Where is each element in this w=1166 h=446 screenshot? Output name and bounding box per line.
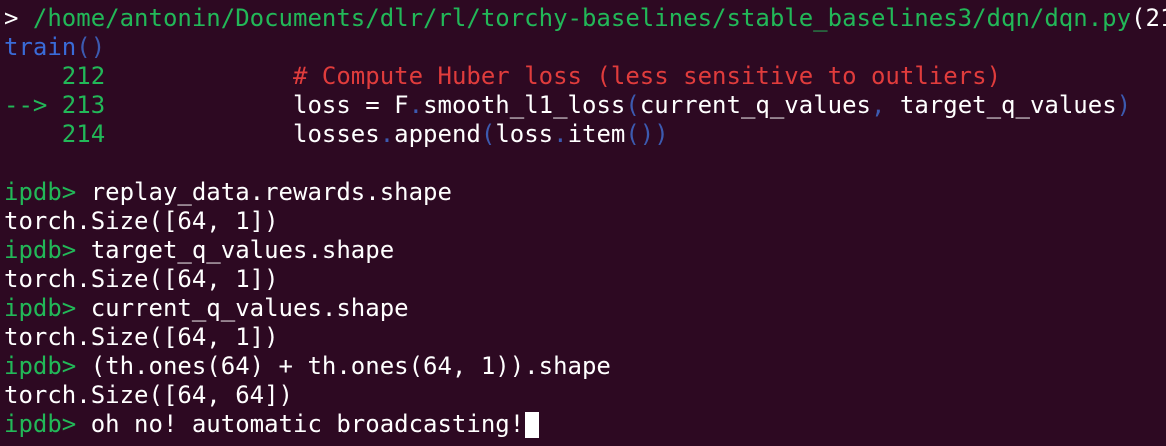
- code-token: ()): [625, 120, 669, 148]
- bottom-edge: [0, 440, 1166, 446]
- code-token: item: [567, 120, 626, 148]
- command-line: ipdb> target_q_values.shape: [0, 236, 1166, 265]
- ipdb-prompt: ipdb>: [4, 352, 91, 380]
- code-token: ): [1116, 91, 1132, 119]
- code-token: losses: [293, 120, 380, 148]
- command-line: ipdb> current_q_values.shape: [0, 294, 1166, 323]
- command-output: torch.Size([64, 1]): [4, 265, 279, 293]
- line-number: 214: [61, 120, 106, 148]
- code-token: loss: [293, 91, 366, 119]
- ipdb-prompt: ipdb>: [4, 178, 91, 206]
- code-token: ,: [871, 91, 900, 119]
- terminal-window[interactable]: > /home/antonin/Documents/dlr/rl/torchy-…: [0, 0, 1166, 446]
- function-name-line: train(): [0, 33, 1166, 62]
- code-token: .: [379, 120, 395, 148]
- command-output: torch.Size([64, 64]): [4, 381, 293, 409]
- code-token: (: [625, 91, 640, 119]
- current-line-marker: [4, 120, 62, 148]
- command-output: torch.Size([64, 1]): [4, 207, 279, 235]
- current-input-text[interactable]: oh no! automatic broadcasting!: [91, 410, 524, 438]
- code-token: F: [394, 91, 409, 119]
- line-reference: (213): [1131, 4, 1166, 32]
- code-token: .: [408, 91, 424, 119]
- code-token: current_q_values: [639, 91, 871, 119]
- source-listing: 212 # Compute Huber loss (less sensitive…: [0, 62, 1166, 149]
- input-line[interactable]: ipdb> oh no! automatic broadcasting!: [0, 410, 1166, 439]
- command-text: replay_data.rewards.shape: [90, 178, 452, 206]
- code-line: 212 # Compute Huber loss (less sensitive…: [0, 62, 1166, 91]
- ipdb-prompt: ipdb>: [4, 236, 91, 264]
- debugger-session: ipdb> replay_data.rewards.shape torch.Siz…: [0, 178, 1166, 410]
- text-cursor: [525, 412, 540, 438]
- current-line-marker: [4, 62, 62, 90]
- line-number: 212: [61, 62, 106, 90]
- command-text: target_q_values.shape: [90, 236, 395, 264]
- prompt-symbol: >: [4, 4, 33, 32]
- function-name: train: [4, 33, 77, 61]
- code-token: append: [394, 120, 481, 148]
- code-token: (: [480, 120, 496, 148]
- command-output: torch.Size([64, 1]): [4, 323, 279, 351]
- function-parens: (): [76, 33, 106, 61]
- code-token: loss: [495, 120, 554, 148]
- command-line: ipdb> replay_data.rewards.shape: [0, 178, 1166, 207]
- ipdb-prompt: ipdb>: [4, 294, 91, 322]
- command-text: current_q_values.shape: [90, 294, 409, 322]
- code-token: target_q_values: [899, 91, 1117, 119]
- command-line: ipdb> (th.ones(64) + th.ones(64, 1)).sha…: [0, 352, 1166, 381]
- line-number: 213: [61, 91, 106, 119]
- frame-location-line: > /home/antonin/Documents/dlr/rl/torchy-…: [0, 4, 1166, 33]
- code-token: # Compute Huber loss (less sensitive to …: [293, 62, 1002, 90]
- code-line: 214 losses.append(loss.item()): [0, 120, 1166, 149]
- file-path: /home/antonin/Documents/dlr/rl/torchy-ba…: [32, 4, 1132, 32]
- current-line-marker: -->: [4, 91, 62, 119]
- code-token: =: [365, 91, 395, 119]
- ipdb-prompt: ipdb>: [4, 410, 91, 438]
- code-token: .: [553, 120, 568, 148]
- command-text: (th.ones(64) + th.ones(64, 1)).shape: [90, 352, 611, 380]
- code-token: smooth_l1_loss: [423, 91, 626, 119]
- code-line: --> 213 loss = F.smooth_l1_loss(current_…: [0, 91, 1166, 120]
